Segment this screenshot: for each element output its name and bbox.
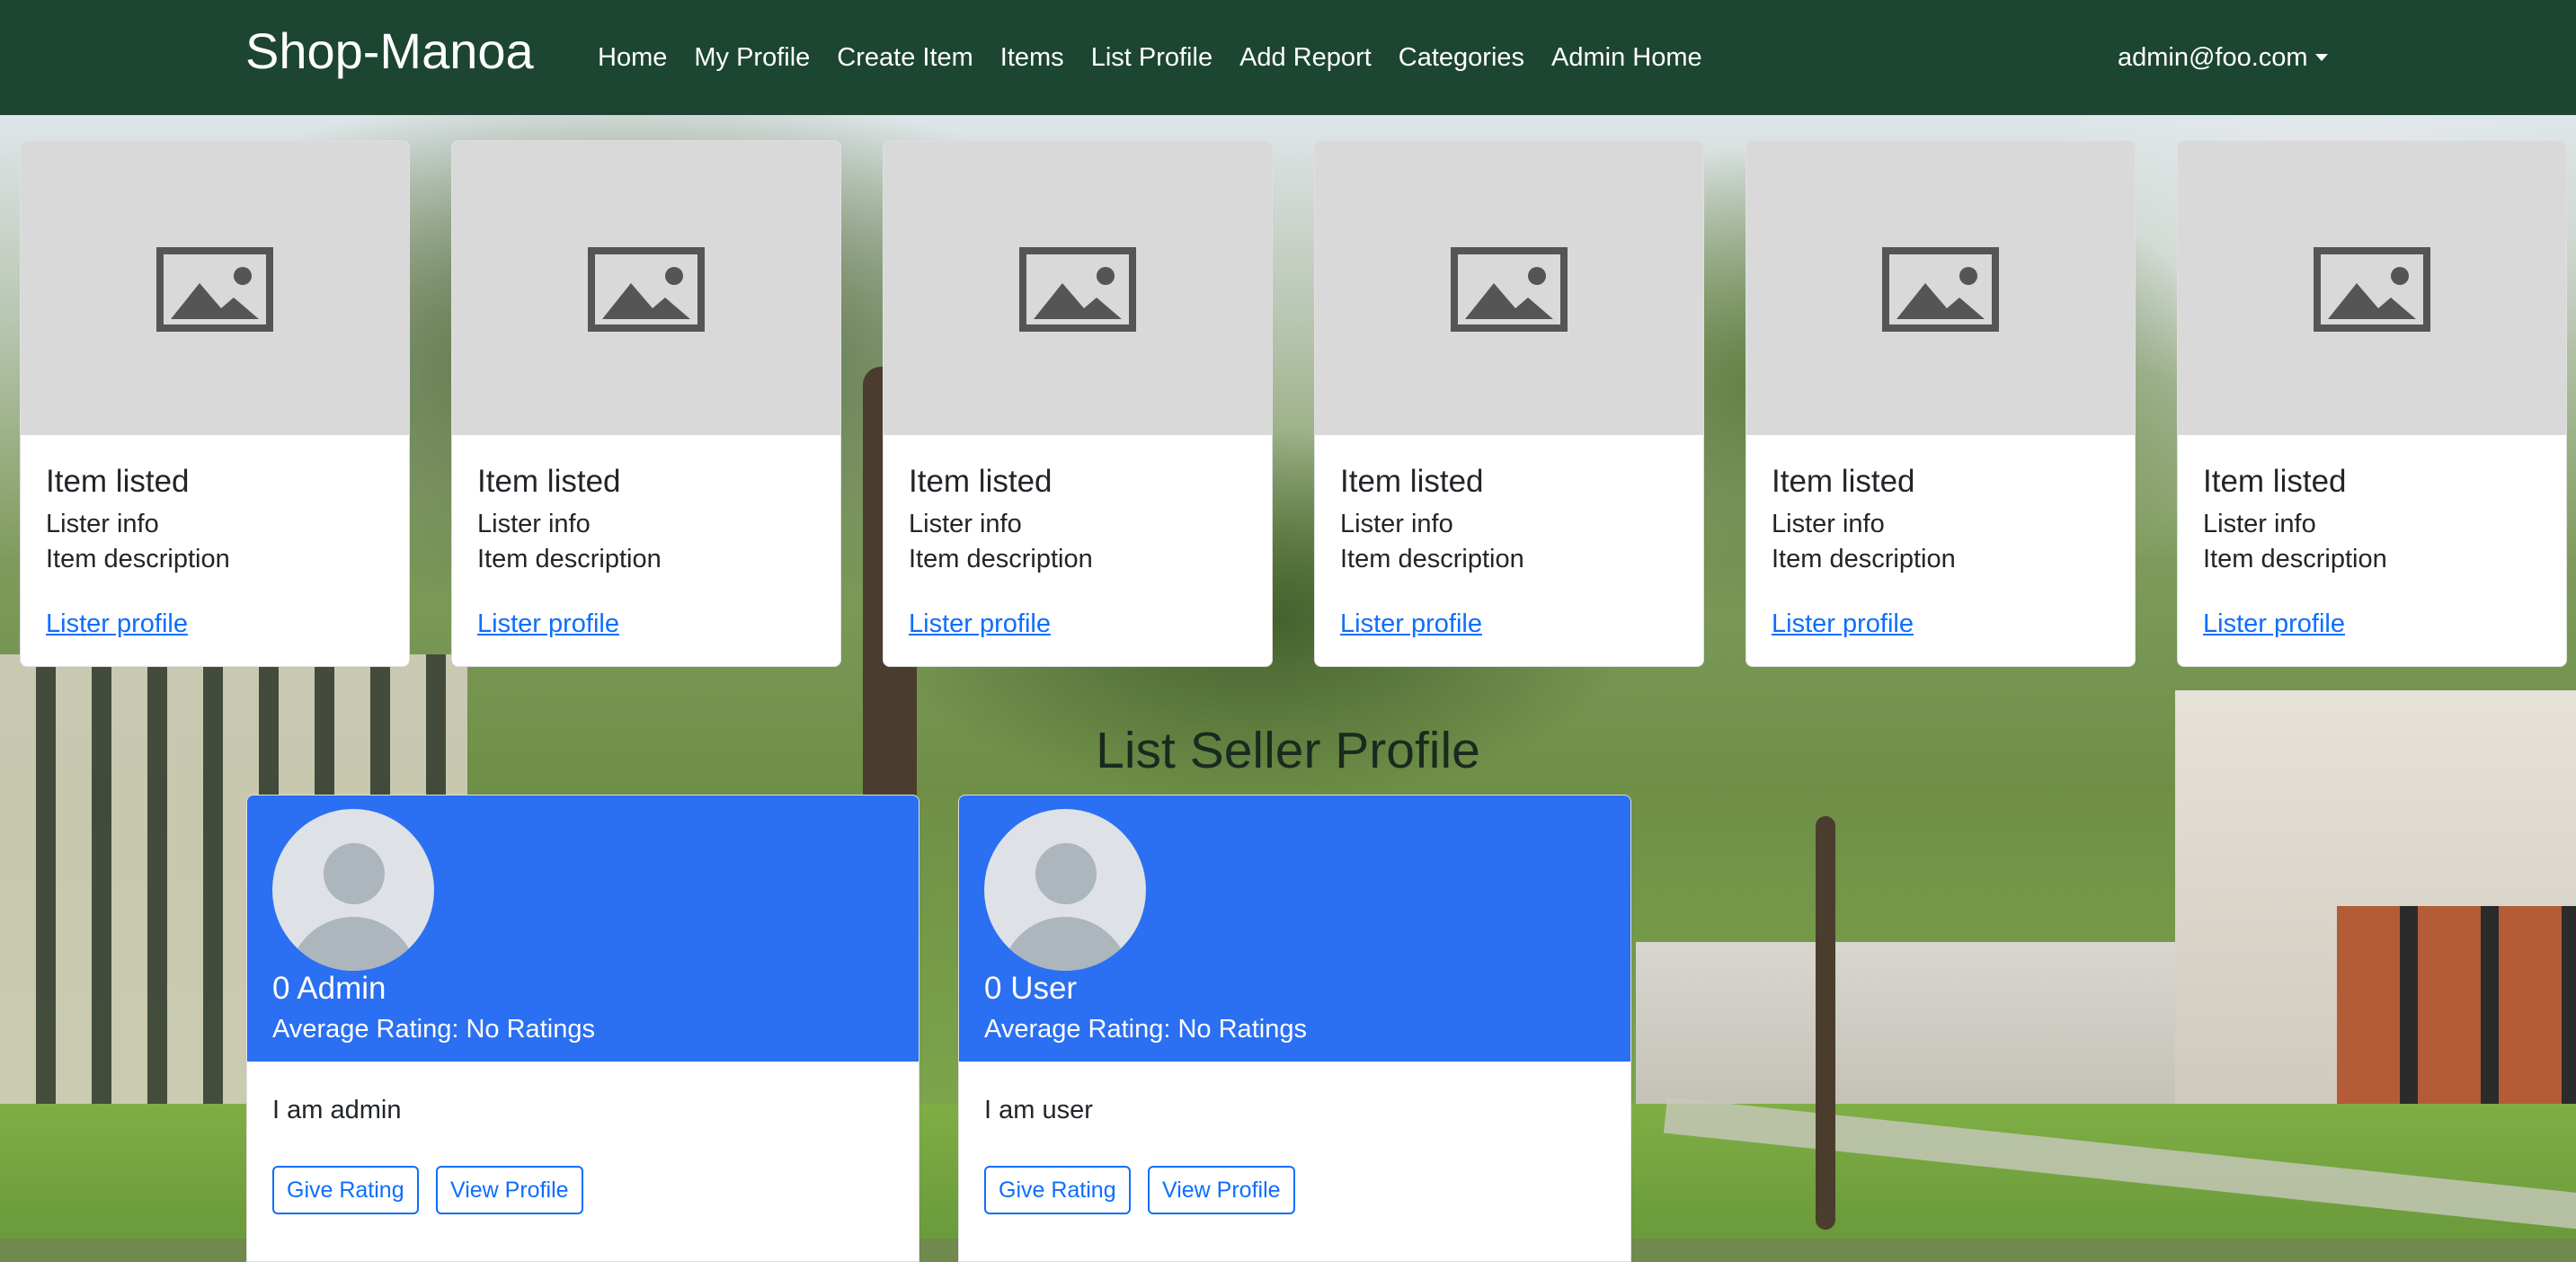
item-title: Item listed	[477, 464, 621, 499]
profile-bio: I am admin	[272, 1096, 402, 1124]
lister-profile-link[interactable]: Lister profile	[46, 606, 188, 642]
lister-profile-link[interactable]: Lister profile	[2203, 606, 2345, 642]
image-placeholder-icon	[1882, 247, 1999, 332]
lister-profile-link[interactable]: Lister profile	[909, 606, 1051, 642]
item-lister-info: Lister info	[909, 510, 1022, 538]
item-lister-info: Lister info	[1772, 510, 1885, 538]
item-lister-info: Lister info	[46, 510, 159, 538]
seller-profile-card: 0 Admin Average Rating: No Ratings I am …	[246, 795, 919, 1262]
profile-header: 0 User Average Rating: No Ratings	[959, 795, 1630, 1062]
seller-profile-card: 0 User Average Rating: No Ratings I am u…	[958, 795, 1631, 1262]
section-title: List Seller Profile	[1096, 722, 1480, 779]
profile-average-rating: Average Rating: No Ratings	[984, 1015, 1307, 1044]
item-card: Item listed Lister info Item description…	[1314, 140, 1704, 667]
item-description: Item description	[909, 545, 1093, 573]
top-navbar: Shop-Manoa Home My Profile Create Item I…	[0, 0, 2576, 115]
item-description: Item description	[46, 545, 230, 573]
item-title: Item listed	[46, 464, 190, 499]
item-card: Item listed Lister info Item description…	[451, 140, 841, 667]
image-placeholder-icon	[588, 247, 705, 332]
nav-link-home[interactable]: Home	[584, 38, 680, 77]
lister-profile-link[interactable]: Lister profile	[477, 606, 619, 642]
user-dropdown[interactable]: admin@foo.com	[2118, 38, 2328, 77]
item-lister-info: Lister info	[1340, 510, 1453, 538]
item-title: Item listed	[2203, 464, 2347, 499]
nav-link-categories[interactable]: Categories	[1385, 38, 1538, 77]
lister-profile-link[interactable]: Lister profile	[1772, 606, 1914, 642]
user-email: admin@foo.com	[2118, 43, 2308, 72]
profile-name: 0 Admin	[272, 971, 386, 1006]
tree-trunk	[1816, 816, 1835, 1230]
item-lister-info: Lister info	[477, 510, 591, 538]
image-placeholder	[452, 141, 840, 435]
item-description: Item description	[477, 545, 662, 573]
profile-header: 0 Admin Average Rating: No Ratings	[247, 795, 919, 1062]
profile-average-rating: Average Rating: No Ratings	[272, 1015, 595, 1044]
image-placeholder	[884, 141, 1272, 435]
view-profile-button[interactable]: View Profile	[1148, 1166, 1295, 1214]
brand-logo[interactable]: Shop-Manoa	[245, 20, 534, 83]
profile-name: 0 User	[984, 971, 1078, 1006]
image-placeholder	[2178, 141, 2566, 435]
nav-link-list-profile[interactable]: List Profile	[1078, 38, 1226, 77]
avatar-icon	[272, 809, 434, 971]
item-card: Item listed Lister info Item description…	[1745, 140, 2136, 667]
nav-link-admin-home[interactable]: Admin Home	[1538, 38, 1716, 77]
image-placeholder	[1315, 141, 1703, 435]
image-placeholder-icon	[1451, 247, 1568, 332]
profile-bio: I am user	[984, 1096, 1093, 1124]
item-card: Item listed Lister info Item description…	[20, 140, 410, 667]
item-description: Item description	[2203, 545, 2387, 573]
nav-link-create-item[interactable]: Create Item	[823, 38, 987, 77]
nav-link-add-report[interactable]: Add Report	[1226, 38, 1385, 77]
item-lister-info: Lister info	[2203, 510, 2316, 538]
item-description: Item description	[1340, 545, 1524, 573]
view-profile-button[interactable]: View Profile	[436, 1166, 583, 1214]
image-placeholder	[21, 141, 409, 435]
item-title: Item listed	[1772, 464, 1915, 499]
image-placeholder-icon	[1019, 247, 1136, 332]
item-card: Item listed Lister info Item description…	[883, 140, 1273, 667]
give-rating-button[interactable]: Give Rating	[984, 1166, 1131, 1214]
image-placeholder-icon	[2314, 247, 2430, 332]
item-description: Item description	[1772, 545, 1956, 573]
item-title: Item listed	[1340, 464, 1484, 499]
nav-link-my-profile[interactable]: My Profile	[680, 38, 823, 77]
item-card: Item listed Lister info Item description…	[2177, 140, 2567, 667]
item-title: Item listed	[909, 464, 1053, 499]
nav-links: Home My Profile Create Item Items List P…	[584, 38, 1716, 77]
give-rating-button[interactable]: Give Rating	[272, 1166, 419, 1214]
lister-profile-link[interactable]: Lister profile	[1340, 606, 1482, 642]
caret-down-icon	[2314, 54, 2328, 61]
nav-link-items[interactable]: Items	[987, 38, 1078, 77]
image-placeholder	[1746, 141, 2135, 435]
avatar-icon	[984, 809, 1146, 971]
image-placeholder-icon	[156, 247, 273, 332]
